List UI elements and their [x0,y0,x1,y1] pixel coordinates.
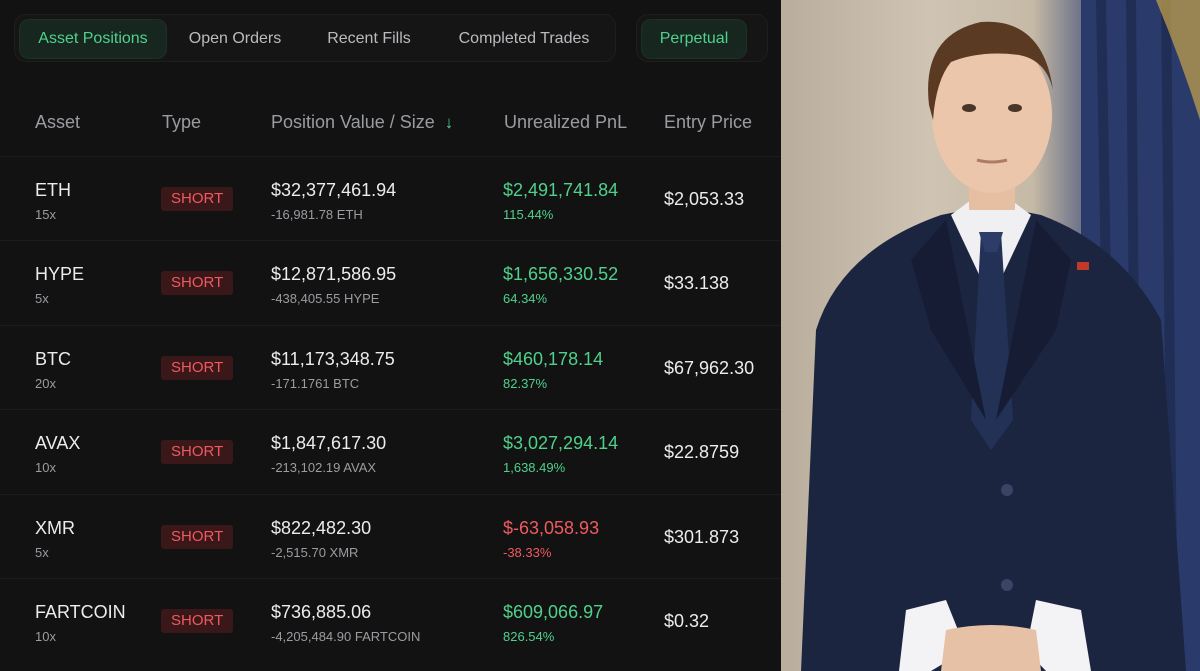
column-header-position[interactable]: Position Value / Size ↓ [271,112,453,133]
unrealized-pnl: $3,027,294.14 [503,433,619,453]
jacket-button [1001,579,1013,591]
short-badge: SHORT [161,187,234,211]
entry-price: $0.32 [664,611,710,631]
portrait-illustration [801,0,1200,671]
column-header-entry-price[interactable]: Entry Price [664,112,752,133]
leverage-label: 5x [35,291,49,306]
hands [941,625,1041,671]
position-value: $1,847,617.30 [271,433,387,453]
table-row[interactable]: XMR 5x SHORT $822,482.30 -2,515.70 XMR $… [0,494,781,578]
entry-price: $22.8759 [664,442,740,462]
pnl-percent: 1,638.49% [503,460,566,475]
entry-price: $67,962.30 [664,358,755,378]
table-row[interactable]: AVAX 10x SHORT $1,847,617.30 -213,102.19… [0,409,781,493]
position-size: -2,515.70 XMR [271,545,359,560]
short-badge: SHORT [161,356,234,380]
asset-symbol: AVAX [35,433,81,453]
entry-price: $2,053.33 [664,189,745,209]
position-size: -438,405.55 HYPE [271,291,380,306]
position-size: -171.1761 BTC [271,376,360,391]
asset-symbol: FARTCOIN [35,602,126,622]
position-size: -4,205,484.90 FARTCOIN [271,629,421,644]
table-row[interactable]: FARTCOIN 10x SHORT $736,885.06 -4,205,48… [0,578,781,662]
jacket-button [1001,484,1013,496]
tab-asset-positions[interactable]: Asset Positions [19,19,167,59]
short-badge: SHORT [161,609,234,633]
unrealized-pnl: $1,656,330.52 [503,264,619,284]
asset-symbol: BTC [35,349,71,369]
table-row[interactable]: BTC 20x SHORT $11,173,348.75 -171.1761 B… [0,325,781,409]
pnl-percent: 82.37% [503,376,548,391]
unrealized-pnl: $609,066.97 [503,602,604,622]
position-size: -213,102.19 AVAX [271,460,377,475]
short-badge: SHORT [161,271,234,295]
position-size: -16,981.78 ETH [271,207,363,222]
tab-recent-fills[interactable]: Recent Fills [315,15,423,63]
unrealized-pnl: $2,491,741.84 [503,180,619,200]
leverage-label: 10x [35,460,56,475]
position-value: $822,482.30 [271,518,372,538]
left-eye [962,104,976,112]
arrow-down-icon[interactable]: ↓ [445,113,454,133]
entry-price: $301.873 [664,527,740,547]
photo-of-man-in-navy-suit [781,0,1200,671]
column-header-asset[interactable]: Asset [35,112,80,133]
position-value: $32,377,461.94 [271,180,397,200]
pnl-percent: 64.34% [503,291,548,306]
flag-pin [1077,262,1089,270]
column-header-pnl[interactable]: Unrealized PnL [504,112,627,133]
leverage-label: 15x [35,207,56,222]
column-header-position-label: Position Value / Size [271,112,435,132]
tab-open-orders[interactable]: Open Orders [181,15,289,63]
pnl-percent: -38.33% [503,545,552,560]
perpetual-button[interactable]: Perpetual [641,19,747,59]
table-row[interactable]: HYPE 5x SHORT $12,871,586.95 -438,405.55… [0,240,781,324]
asset-symbol: HYPE [35,264,85,284]
pnl-percent: 115.44% [503,207,554,222]
asset-symbol: XMR [35,518,75,538]
right-eye [1008,104,1022,112]
market-toggle: Perpetual [636,14,768,62]
unrealized-pnl: $460,178.14 [503,349,604,369]
short-badge: SHORT [161,525,234,549]
position-value: $11,173,348.75 [271,349,395,369]
entry-price: $33.138 [664,273,730,293]
column-header-type[interactable]: Type [162,112,201,133]
tab-bar: Asset Positions Open Orders Recent Fills… [14,14,616,62]
position-value: $736,885.06 [271,602,372,622]
leverage-label: 10x [35,629,56,644]
unrealized-pnl: $-63,058.93 [503,518,600,538]
tab-completed-trades[interactable]: Completed Trades [445,15,603,63]
leverage-label: 20x [35,376,56,391]
position-value: $12,871,586.95 [271,264,397,284]
short-badge: SHORT [161,440,234,464]
asset-symbol: ETH [35,180,71,200]
pnl-percent: 826.54% [503,629,555,644]
table-row[interactable]: ETH 15x SHORT $32,377,461.94 -16,981.78 … [0,156,781,240]
leverage-label: 5x [35,545,49,560]
positions-panel: Asset Positions Open Orders Recent Fills… [0,0,781,671]
